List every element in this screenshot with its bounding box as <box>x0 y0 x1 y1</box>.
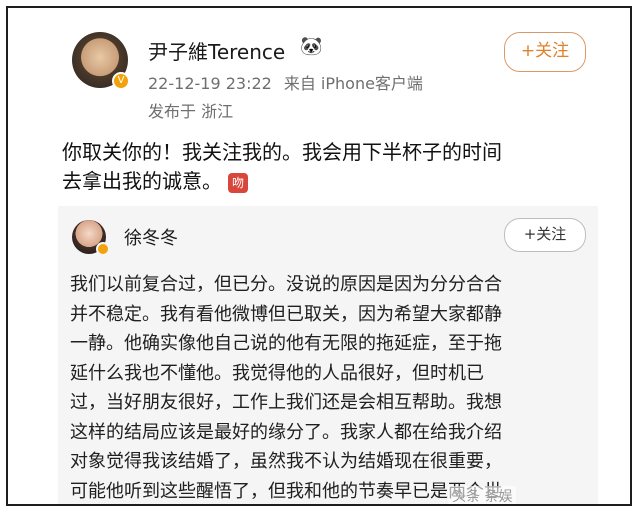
verified-badge-icon: V <box>112 72 130 90</box>
repost-line: 并不稳定。我有看他微博但已取关，因为希望大家都静 <box>70 303 502 325</box>
repost-line: 对象觉得我该结婚了，虽然我不认为结婚现在很重要， <box>70 451 502 472</box>
repost-verified-icon <box>96 242 110 256</box>
post-timestamp: 22-12-19 23:22 <box>148 74 272 93</box>
post-text: 你取关你的！我关注我的。我会用下半杯子的时间 去拿出我的诚意。吻 <box>62 138 582 196</box>
follow-button[interactable]: +关注 <box>504 32 586 72</box>
user-name[interactable]: 尹子維Terence <box>148 36 285 65</box>
post-source: 来自 iPhone客户端 <box>283 74 423 93</box>
repost-line: 我们以前复合过，但已分。没说的原因是因为分分合合 <box>70 274 502 295</box>
repost-line: 一静。他确实像他自己说的他有无限的拖延症，至于拖 <box>70 333 502 354</box>
repost-text: 我们以前复合过，但已分。没说的原因是因为分分合合 并不稳定。我有看他微博但已取关… <box>70 270 590 504</box>
post-location: 发布于 浙江 <box>148 102 234 121</box>
repost-line: 延什么我也不懂他。我觉得他的人品很好，但时机已 <box>70 362 484 384</box>
post-text-line: 你取关你的！我关注我的。我会用下半杯子的时间 <box>62 140 502 164</box>
post-text-line-2: 去拿出我的诚意。吻 <box>62 167 582 196</box>
repost-follow-button[interactable]: +关注 <box>504 218 586 252</box>
post-meta: 22-12-19 23:22 来自 iPhone客户端 <box>148 70 423 94</box>
repost-user-name[interactable]: 徐冬冬 <box>124 224 178 250</box>
weibo-screenshot: V 尹子維Terence 🐼 22-12-19 23:22 来自 iPhone客户… <box>6 6 632 506</box>
repost-line: 这样的结局应该是最好的缘分了。我家人都在给我介绍 <box>70 421 502 443</box>
watermark: 头条 条娱 <box>448 486 517 504</box>
panda-icon: 🐼 <box>300 36 323 57</box>
repost-line: 过，当好朋友很好，工作上我们还是会相互帮助。我想 <box>70 392 502 413</box>
kiss-emoji-icon: 吻 <box>228 172 248 193</box>
